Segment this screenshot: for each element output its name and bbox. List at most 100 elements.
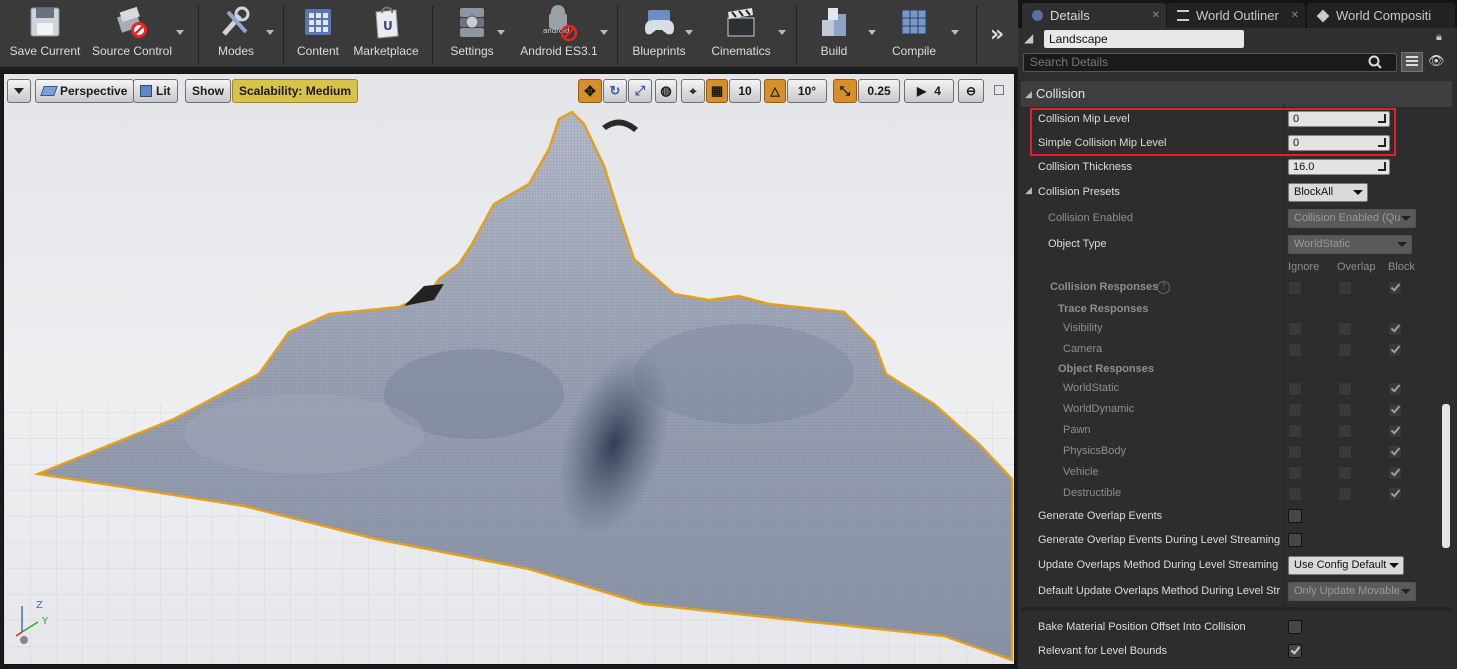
grid-snap-toggle[interactable]: ▦ xyxy=(706,79,728,103)
scale-mode-button[interactable]: ⤢ xyxy=(628,79,652,103)
launch-android-button[interactable]: android Android ES3.1 xyxy=(516,0,602,68)
generate-overlap-streaming-checkbox[interactable] xyxy=(1288,533,1302,547)
build-dropdown-icon[interactable] xyxy=(868,30,876,35)
details-scrollbar[interactable] xyxy=(1442,404,1450,548)
scalability-warning-button[interactable]: Scalability: Medium xyxy=(232,79,359,103)
blueprints-button[interactable]: Blueprints xyxy=(626,0,692,68)
vehicle-overlap-checkbox[interactable] xyxy=(1338,466,1352,480)
collision-enabled-combo[interactable]: Collision Enabled (Qu xyxy=(1288,209,1416,228)
destructible-ignore-checkbox[interactable] xyxy=(1288,487,1302,501)
perspective-button[interactable]: Perspective xyxy=(35,79,135,103)
close-icon[interactable]: ✕ xyxy=(1152,10,1160,21)
settings-dropdown-icon[interactable] xyxy=(497,30,505,35)
worlddynamic-block-checkbox[interactable] xyxy=(1388,403,1402,417)
relevant-level-bounds-checkbox[interactable] xyxy=(1288,644,1302,658)
compile-dropdown-icon[interactable] xyxy=(951,30,959,35)
maximize-viewport-button[interactable]: ⊖ xyxy=(958,79,984,103)
collision-thickness-input[interactable]: 16.0 xyxy=(1288,159,1390,175)
translate-mode-button[interactable]: ✥ xyxy=(578,79,602,103)
grid-snap-value[interactable]: 10 xyxy=(729,79,761,103)
toolbar-separator xyxy=(976,6,977,64)
rotation-snap-toggle[interactable]: △ xyxy=(764,79,786,103)
chevron-down-icon xyxy=(14,88,24,94)
lit-button[interactable]: Lit xyxy=(133,79,178,103)
world-local-toggle[interactable]: ◍ xyxy=(655,79,677,103)
modes-dropdown-icon[interactable] xyxy=(266,30,274,35)
source-control-button[interactable]: Source Control xyxy=(90,0,174,68)
cinematics-dropdown-icon[interactable] xyxy=(778,30,786,35)
scale-snap-value[interactable]: 0.25 xyxy=(858,79,900,103)
save-current-button[interactable]: Save Current xyxy=(4,0,86,68)
spin-icon[interactable] xyxy=(1378,162,1386,171)
pawn-overlap-checkbox[interactable] xyxy=(1338,424,1352,438)
collision-responses-ignore-checkbox[interactable] xyxy=(1288,281,1302,295)
view-options-eye-icon[interactable]: 👁︎ xyxy=(1428,54,1445,69)
expand-arrow-icon[interactable]: ◢ xyxy=(1025,186,1032,196)
lock-icon[interactable]: 🔒︎ xyxy=(1436,30,1442,44)
generate-overlap-events-label: Generate Overlap Events xyxy=(1038,510,1163,522)
collision-responses-overlap-checkbox[interactable] xyxy=(1338,281,1352,295)
rotate-mode-button[interactable]: ↻ xyxy=(603,79,627,103)
visibility-block-checkbox[interactable] xyxy=(1388,322,1402,336)
show-button[interactable]: Show xyxy=(185,79,231,103)
worldstatic-overlap-checkbox[interactable] xyxy=(1338,382,1352,396)
source-control-dropdown-icon[interactable] xyxy=(176,30,184,35)
help-icon[interactable]: ? xyxy=(1157,281,1170,294)
default-update-overlaps-combo[interactable]: Only Update Movable xyxy=(1288,582,1416,601)
object-type-combo[interactable]: WorldStatic xyxy=(1288,235,1412,254)
physicsbody-ignore-checkbox[interactable] xyxy=(1288,445,1302,459)
viewport-options-button[interactable] xyxy=(7,79,31,103)
toolbar-overflow-chevron-icon[interactable]: » xyxy=(990,22,1004,47)
tab-details[interactable]: Details ✕ xyxy=(1022,3,1166,28)
marketplace-button[interactable]: U Marketplace xyxy=(350,0,422,68)
cinematics-button[interactable]: Cinematics xyxy=(706,0,776,68)
destructible-block-checkbox[interactable] xyxy=(1388,487,1402,501)
collision-responses-block-checkbox[interactable] xyxy=(1388,281,1402,295)
compile-button[interactable]: Compile xyxy=(886,0,942,68)
search-details-input[interactable]: Search Details xyxy=(1023,53,1397,72)
modes-button[interactable]: Modes xyxy=(206,0,266,68)
viewport-scene[interactable] xyxy=(4,74,1014,664)
bake-material-offset-checkbox[interactable] xyxy=(1288,620,1302,634)
worlddynamic-overlap-checkbox[interactable] xyxy=(1338,403,1352,417)
pawn-ignore-checkbox[interactable] xyxy=(1288,424,1302,438)
camera-speed-button[interactable]: ▶ 4 xyxy=(904,79,954,103)
property-matrix-button[interactable] xyxy=(1401,52,1423,72)
pawn-block-checkbox[interactable] xyxy=(1388,424,1402,438)
camera-block-checkbox[interactable] xyxy=(1388,343,1402,357)
worlddynamic-ignore-checkbox[interactable] xyxy=(1288,403,1302,417)
collision-category-header[interactable]: ◢ Collision xyxy=(1021,81,1452,107)
physicsbody-overlap-checkbox[interactable] xyxy=(1338,445,1352,459)
collision-presets-combo[interactable]: BlockAll xyxy=(1288,183,1368,202)
toolbar-separator xyxy=(198,6,199,64)
surface-snap-button[interactable]: ⌖ xyxy=(681,79,705,103)
content-button[interactable]: Content xyxy=(290,0,346,68)
response-row-label: Vehicle xyxy=(1063,466,1099,478)
visibility-overlap-checkbox[interactable] xyxy=(1338,322,1352,336)
vehicle-ignore-checkbox[interactable] xyxy=(1288,466,1302,480)
destructible-overlap-checkbox[interactable] xyxy=(1338,487,1352,501)
scale-snap-toggle[interactable]: ⤡ xyxy=(833,79,857,103)
worldstatic-block-checkbox[interactable] xyxy=(1388,382,1402,396)
tab-world-outliner[interactable]: World Outliner ✕ xyxy=(1167,3,1305,28)
physicsbody-block-checkbox[interactable] xyxy=(1388,445,1402,459)
launch-dropdown-icon[interactable] xyxy=(600,30,608,35)
rotation-snap-value[interactable]: 10° xyxy=(787,79,827,103)
camera-overlap-checkbox[interactable] xyxy=(1338,343,1352,357)
blueprints-dropdown-icon[interactable] xyxy=(685,30,693,35)
close-icon[interactable]: ✕ xyxy=(1291,10,1299,21)
visibility-ignore-checkbox[interactable] xyxy=(1288,322,1302,336)
level-viewport[interactable] xyxy=(0,69,1018,669)
check-icon xyxy=(1390,343,1401,354)
vehicle-block-checkbox[interactable] xyxy=(1388,466,1402,480)
build-button[interactable]: Build xyxy=(806,0,862,68)
settings-button[interactable]: Settings xyxy=(442,0,502,68)
camera-ignore-checkbox[interactable] xyxy=(1288,343,1302,357)
landscape-mesh[interactable] xyxy=(4,74,1014,664)
restore-viewport-icon[interactable] xyxy=(994,85,1004,95)
actor-name-field[interactable]: Landscape xyxy=(1044,30,1244,48)
tab-world-composition[interactable]: World Compositi xyxy=(1307,3,1455,28)
update-overlaps-method-combo[interactable]: Use Config Default xyxy=(1288,556,1404,575)
worldstatic-ignore-checkbox[interactable] xyxy=(1288,382,1302,396)
generate-overlap-events-checkbox[interactable] xyxy=(1288,509,1302,523)
